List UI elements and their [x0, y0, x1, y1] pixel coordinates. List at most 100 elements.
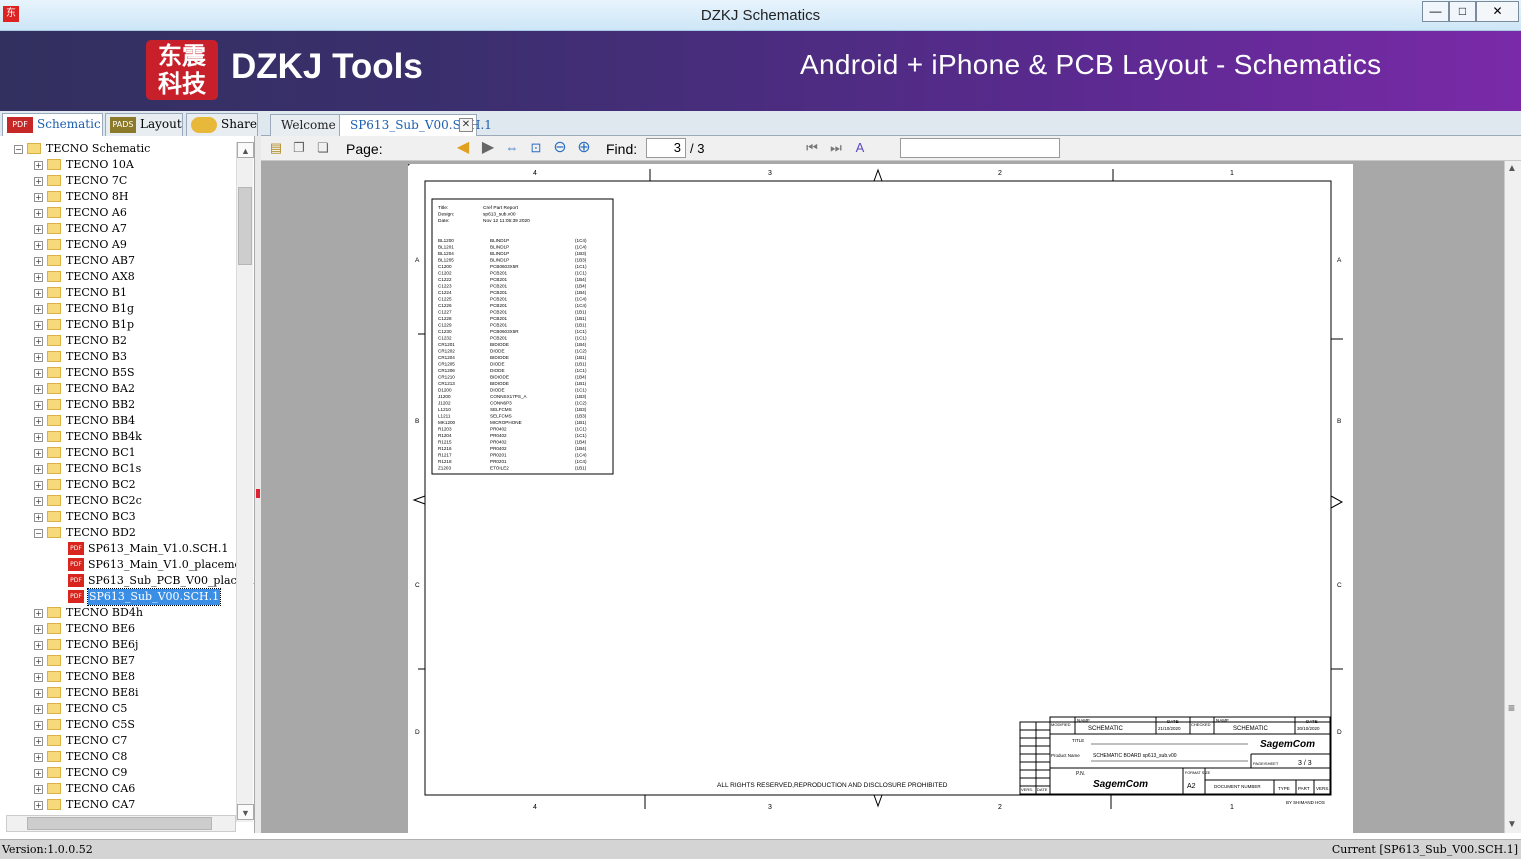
scroll-up-icon[interactable]: ▲	[237, 142, 254, 158]
viewer-vertical-scrollbar[interactable]: ▲ ≡ ▼	[1504, 161, 1521, 833]
viewer-scroll-grip-icon[interactable]: ≡	[1508, 701, 1515, 715]
tree-label: TECNO BC1s	[66, 462, 142, 475]
tab-share[interactable]: Share	[186, 113, 258, 136]
previous-page-icon[interactable]: ◀	[454, 139, 472, 157]
tree-vertical-scrollbar[interactable]: ▲ ▼	[236, 142, 254, 822]
tab-schematic[interactable]: PDF Schematic	[2, 113, 103, 137]
collapse-icon[interactable]: −	[34, 529, 43, 538]
report-loc: (1C1)	[575, 329, 587, 334]
fit-width-icon[interactable]: ⇔	[503, 139, 521, 157]
expand-icon[interactable]: +	[34, 609, 43, 618]
tree-hscroll-thumb[interactable]	[27, 817, 212, 830]
copy-icon[interactable]: ❐	[290, 139, 308, 157]
expand-icon[interactable]: +	[34, 321, 43, 330]
viewer-scroll-up-icon[interactable]: ▲	[1507, 163, 1517, 174]
expand-icon[interactable]: +	[34, 193, 43, 202]
report-part: PCB0603X5R	[490, 329, 519, 334]
report-header-value: Nov 12 11:05:39 2020	[483, 218, 530, 224]
expand-icon[interactable]: +	[34, 465, 43, 474]
next-page-icon[interactable]: ▶	[479, 139, 497, 157]
find-next-icon[interactable]: ⏭	[827, 139, 845, 157]
tree-scroll-thumb[interactable]	[238, 187, 252, 265]
expand-icon[interactable]: +	[34, 689, 43, 698]
expand-icon[interactable]: +	[34, 209, 43, 218]
tree-label: TECNO BC2c	[66, 494, 142, 507]
report-part: PR0402	[490, 440, 507, 445]
expand-icon[interactable]: +	[34, 385, 43, 394]
zoom-out-icon[interactable]: ⊖	[551, 139, 569, 157]
zoom-in-icon[interactable]: ⊕	[575, 139, 593, 157]
expand-icon[interactable]: +	[34, 481, 43, 490]
maximize-button[interactable]: □	[1449, 1, 1476, 22]
find-input[interactable]	[900, 138, 1060, 158]
tb-pagesheet: PAGE/SHEET	[1253, 761, 1279, 766]
highlight-text-icon[interactable]: A	[851, 139, 869, 157]
report-loc: (1B4)	[575, 375, 587, 380]
find-previous-icon[interactable]: ⏮	[803, 139, 821, 157]
report-header-value: sp613_sub.v00	[483, 212, 516, 218]
expand-icon[interactable]: +	[34, 273, 43, 282]
expand-icon[interactable]: +	[34, 449, 43, 458]
report-part: BLIND1P	[490, 238, 509, 243]
page-number-input[interactable]: 3	[646, 138, 686, 158]
folder-icon	[47, 719, 61, 730]
tab-sp613-sub[interactable]: SP613_Sub_V00.SCH.1 ✕	[339, 114, 492, 136]
paste-icon[interactable]: ❏	[314, 139, 332, 157]
expand-icon[interactable]: +	[34, 289, 43, 298]
report-ref: R1203	[438, 427, 452, 432]
expand-icon[interactable]: +	[34, 625, 43, 634]
expand-icon[interactable]: +	[34, 513, 43, 522]
minimize-button[interactable]: —	[1422, 1, 1449, 22]
expand-icon[interactable]: +	[34, 753, 43, 762]
expand-icon[interactable]: +	[34, 497, 43, 506]
row-label: C	[1337, 582, 1342, 589]
scroll-down-icon[interactable]: ▼	[237, 804, 254, 820]
expand-icon[interactable]: +	[34, 641, 43, 650]
expand-icon[interactable]: +	[34, 161, 43, 170]
tab-share-label: Share	[221, 117, 257, 131]
report-loc: (1C4)	[575, 453, 587, 458]
expand-icon[interactable]: +	[34, 433, 43, 442]
expand-icon[interactable]: +	[34, 177, 43, 186]
row-label: C	[415, 582, 420, 589]
tb-vers2: VERS.	[1021, 787, 1033, 792]
report-ref: R1216	[438, 446, 452, 451]
expand-icon[interactable]: +	[34, 657, 43, 666]
expand-icon[interactable]: +	[34, 241, 43, 250]
fit-page-icon[interactable]: ⊡	[527, 139, 545, 157]
close-tab-icon[interactable]: ✕	[459, 118, 473, 132]
tb-date2: DATE	[1306, 719, 1318, 724]
tree-label: TECNO BB4	[66, 414, 136, 427]
expand-icon[interactable]: +	[34, 369, 43, 378]
row-label: A	[415, 257, 420, 264]
report-ref: C1202	[438, 271, 452, 276]
report-ref: C1224	[438, 290, 452, 295]
tree-horizontal-scrollbar[interactable]	[6, 815, 236, 832]
document-tabs: Welcome SP613_Sub_V00.SCH.1 ✕	[261, 111, 1521, 136]
close-button[interactable]: ✕	[1476, 1, 1519, 22]
expand-icon[interactable]: +	[34, 705, 43, 714]
expand-icon[interactable]: +	[34, 353, 43, 362]
viewer-scroll-down-icon[interactable]: ▼	[1507, 819, 1517, 830]
expand-icon[interactable]: +	[34, 337, 43, 346]
expand-icon[interactable]: +	[34, 417, 43, 426]
expand-icon[interactable]: +	[34, 721, 43, 730]
expand-icon[interactable]: +	[34, 673, 43, 682]
open-icon[interactable]: ▤	[267, 139, 285, 157]
expand-icon[interactable]: +	[34, 769, 43, 778]
tab-layout[interactable]: PADS Layout	[105, 113, 183, 136]
tree-label: TECNO CA6	[66, 782, 136, 795]
expand-icon[interactable]: +	[34, 305, 43, 314]
folder-icon	[47, 191, 61, 202]
folder-icon	[47, 383, 61, 394]
tab-welcome[interactable]: Welcome	[270, 114, 342, 136]
document-viewer[interactable]: 4 3 2 1 4 3 2 1 A B C D A B C D Title: Cref Part Repo…	[261, 161, 1504, 833]
expand-icon[interactable]: +	[34, 225, 43, 234]
splitter-grip-icon[interactable]	[256, 489, 260, 498]
expand-icon[interactable]: +	[34, 801, 43, 810]
expand-icon[interactable]: +	[34, 737, 43, 746]
collapse-icon[interactable]: −	[14, 145, 23, 154]
expand-icon[interactable]: +	[34, 257, 43, 266]
expand-icon[interactable]: +	[34, 785, 43, 794]
expand-icon[interactable]: +	[34, 401, 43, 410]
